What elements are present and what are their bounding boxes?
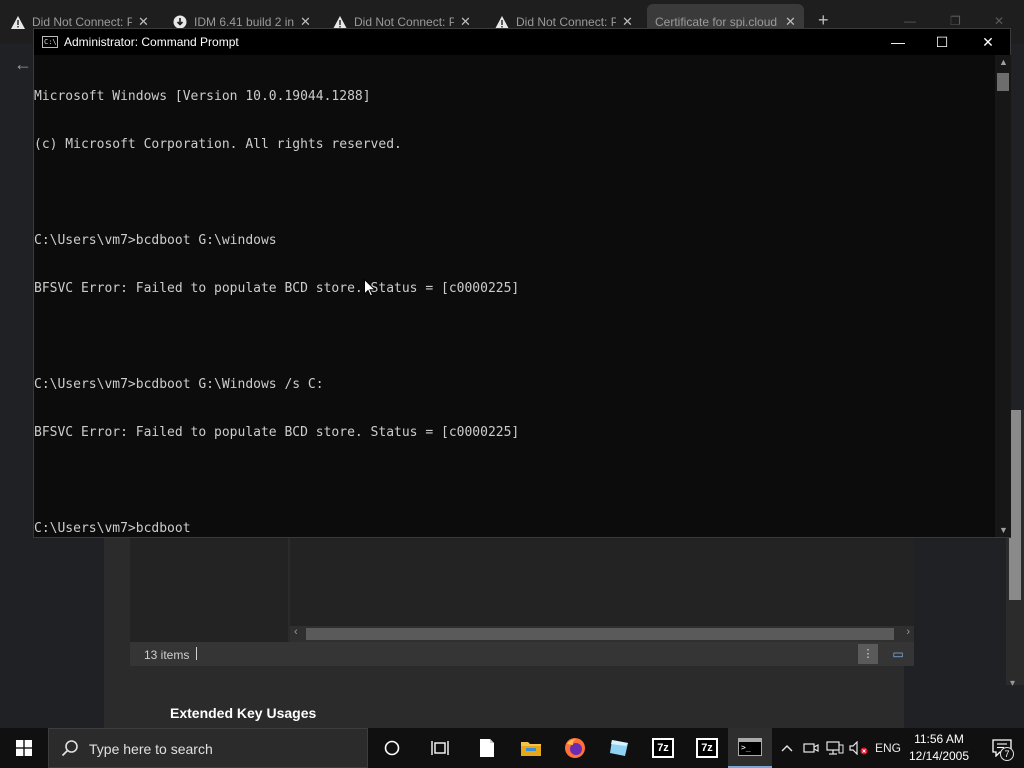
status-divider: [196, 647, 197, 660]
tray-overflow-icon[interactable]: [778, 728, 796, 768]
7zip-icon: 7z: [652, 738, 674, 758]
firefox-taskbar-button[interactable]: [553, 728, 597, 768]
7zip-taskbar-button-1[interactable]: 7z: [641, 728, 685, 768]
taskbar-search-box[interactable]: Type here to search: [48, 728, 368, 768]
screen: Did Not Connect: P ✕ IDM 6.41 build 2 in…: [0, 0, 1024, 768]
horizontal-scrollbar-thumb[interactable]: [306, 628, 894, 640]
file-explorer-icon: [521, 742, 541, 756]
close-button[interactable]: ✕: [965, 29, 1011, 55]
console-input-line[interactable]: C:\Users\vm7>bcdboot: [34, 521, 996, 537]
notepad-taskbar-button[interactable]: [465, 728, 509, 768]
browser-restore-icon[interactable]: ❐: [950, 14, 961, 28]
tab-title: Certificate for spi.cloud: [655, 15, 778, 29]
window-titlebar[interactable]: C:\ Administrator: Command Prompt — ☐ ✕: [34, 29, 1010, 55]
firefox-icon: [565, 738, 585, 758]
app-icon: [610, 740, 628, 756]
volume-muted-icon[interactable]: [848, 728, 870, 768]
network-icon[interactable]: [824, 728, 846, 768]
maximize-button[interactable]: ☐: [919, 29, 965, 55]
file-explorer-taskbar-button[interactable]: [509, 728, 553, 768]
tab-title: Did Not Connect: P: [354, 15, 454, 29]
task-view-icon: [431, 741, 449, 755]
console-scrollbar-thumb[interactable]: [997, 73, 1009, 91]
system-clock[interactable]: 11:56 AM 12/14/2005: [904, 731, 974, 765]
console-line: Microsoft Windows [Version 10.0.19044.12…: [34, 89, 371, 104]
window-title: Administrator: Command Prompt: [64, 35, 239, 49]
input-language[interactable]: ENG: [872, 728, 904, 768]
browser-close-icon[interactable]: ✕: [994, 14, 1004, 28]
cortana-icon: [384, 740, 400, 756]
items-count: 13 items: [144, 648, 190, 662]
taskbar: Type here to search 7z 7z >_ ENG 11:56 A…: [0, 728, 1024, 768]
console-line: (c) Microsoft Corporation. All rights re…: [34, 137, 402, 152]
tab-title: Did Not Connect: P: [516, 15, 616, 29]
console-line: C:\Users\vm7>bcdboot G:\Windows /s C:: [34, 377, 324, 392]
chevron-up-icon[interactable]: ▲: [999, 57, 1008, 67]
chevron-left-icon[interactable]: ‹: [294, 626, 298, 638]
clock-time: 11:56 AM: [914, 732, 964, 746]
warning-icon: [10, 14, 26, 30]
meet-now-icon[interactable]: [802, 728, 820, 768]
chevron-right-icon[interactable]: ›: [906, 626, 910, 638]
section-heading: Extended Key Usages: [170, 705, 317, 721]
tab-title: IDM 6.41 build 2 in: [194, 15, 294, 29]
back-arrow-icon[interactable]: ←: [14, 54, 32, 75]
search-placeholder: Type here to search: [89, 741, 213, 757]
tab-title: Did Not Connect: P: [32, 15, 132, 29]
details-view-icon[interactable]: ⋮: [858, 644, 878, 664]
console-line: C:\Users\vm7>bcdboot G:\windows: [34, 233, 277, 248]
command-prompt-icon: >_: [738, 738, 762, 756]
start-button[interactable]: [0, 728, 48, 768]
chevron-down-icon[interactable]: ▼: [999, 525, 1008, 535]
browser-minimize-icon[interactable]: —: [904, 14, 916, 28]
preview-pane-icon[interactable]: ▭: [888, 644, 908, 664]
horizontal-scrollbar[interactable]: ‹ ›: [290, 626, 914, 642]
console-line: BFSVC Error: Failed to populate BCD stor…: [34, 281, 520, 296]
action-center-button[interactable]: 7: [982, 728, 1022, 768]
status-bar: 13 items ⋮ ▭: [130, 642, 914, 666]
clock-date: 12/14/2005: [908, 749, 970, 763]
7zip-icon: 7z: [696, 738, 718, 758]
chevron-down-icon[interactable]: ▾: [1010, 678, 1015, 689]
minimize-button[interactable]: —: [875, 29, 921, 55]
console-line: BFSVC Error: Failed to populate BCD stor…: [34, 425, 520, 440]
notification-count-badge: 7: [1000, 747, 1014, 761]
7zip-taskbar-button-2[interactable]: 7z: [685, 728, 729, 768]
mouse-pointer-icon: [364, 278, 377, 302]
windows-logo-icon: [16, 740, 32, 756]
command-prompt-window[interactable]: C:\ Administrator: Command Prompt — ☐ ✕ …: [33, 28, 1011, 538]
command-prompt-taskbar-button[interactable]: >_: [728, 728, 772, 768]
console-scrollbar[interactable]: ▲ ▼: [995, 55, 1011, 537]
command-prompt-icon: C:\: [42, 36, 58, 48]
notepad-icon: [480, 739, 494, 757]
console-output[interactable]: Microsoft Windows [Version 10.0.19044.12…: [34, 57, 996, 537]
search-icon: [61, 739, 79, 762]
cortana-button[interactable]: [370, 728, 414, 768]
app-taskbar-button[interactable]: [597, 728, 641, 768]
task-view-button[interactable]: [418, 728, 462, 768]
